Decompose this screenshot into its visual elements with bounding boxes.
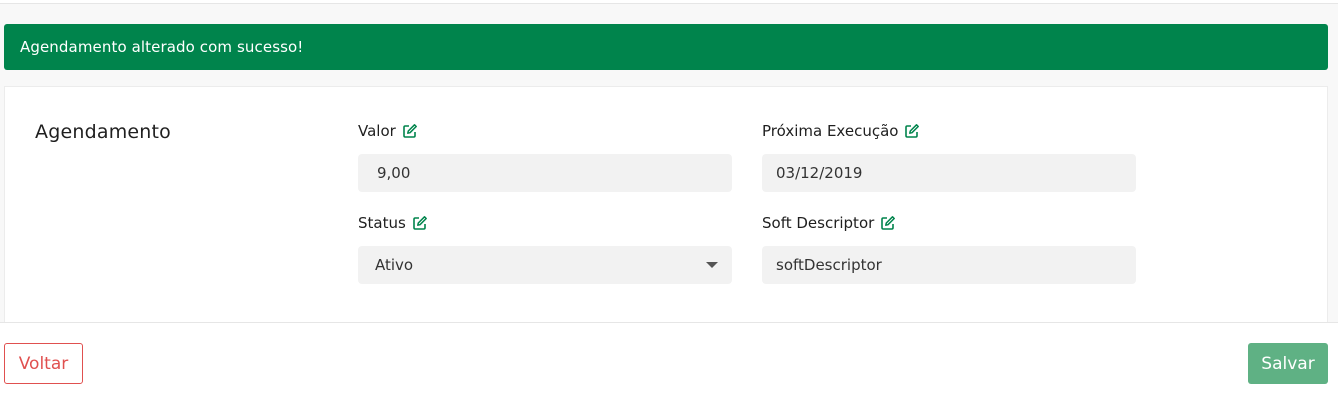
valor-label-row: Valor [358,120,732,142]
alert-message: Agendamento alterado com sucesso! [20,38,304,56]
success-alert: Agendamento alterado com sucesso! [4,24,1328,70]
status-field: Status Ativo [358,212,732,284]
valor-field: Valor 9,00 [358,120,732,192]
valor-label: Valor [358,122,396,140]
chevron-down-icon[interactable] [706,262,718,268]
edit-icon[interactable] [904,123,920,139]
soft-descriptor-label: Soft Descriptor [762,214,875,232]
section-title: Agendamento [35,121,172,143]
edit-icon[interactable] [402,123,418,139]
soft-descriptor-field: Soft Descriptor softDescriptor [762,212,1136,284]
edit-icon[interactable] [412,215,428,231]
save-button[interactable]: Salvar [1248,343,1328,384]
soft-descriptor-input[interactable]: softDescriptor [762,246,1136,284]
status-label-row: Status [358,212,732,234]
proxima-execucao-field: Próxima Execução 03/12/2019 [762,120,1136,192]
proxima-execucao-value: 03/12/2019 [776,164,863,182]
status-select[interactable]: Ativo [358,246,732,284]
schedule-card: Agendamento Valor 9,00 Próxima Execução [4,86,1328,322]
footer-bar: Voltar Salvar [0,322,1338,401]
status-value: Ativo [375,256,414,274]
soft-descriptor-value: softDescriptor [776,256,882,274]
proxima-execucao-label: Próxima Execução [762,122,899,140]
status-label: Status [358,214,406,232]
proxima-execucao-input[interactable]: 03/12/2019 [762,154,1136,192]
soft-descriptor-label-row: Soft Descriptor [762,212,1136,234]
back-button[interactable]: Voltar [4,343,83,384]
valor-input[interactable]: 9,00 [358,154,732,192]
valor-value: 9,00 [377,164,411,182]
proxima-execucao-label-row: Próxima Execução [762,120,1136,142]
top-strip [0,0,1338,4]
edit-icon[interactable] [880,215,896,231]
